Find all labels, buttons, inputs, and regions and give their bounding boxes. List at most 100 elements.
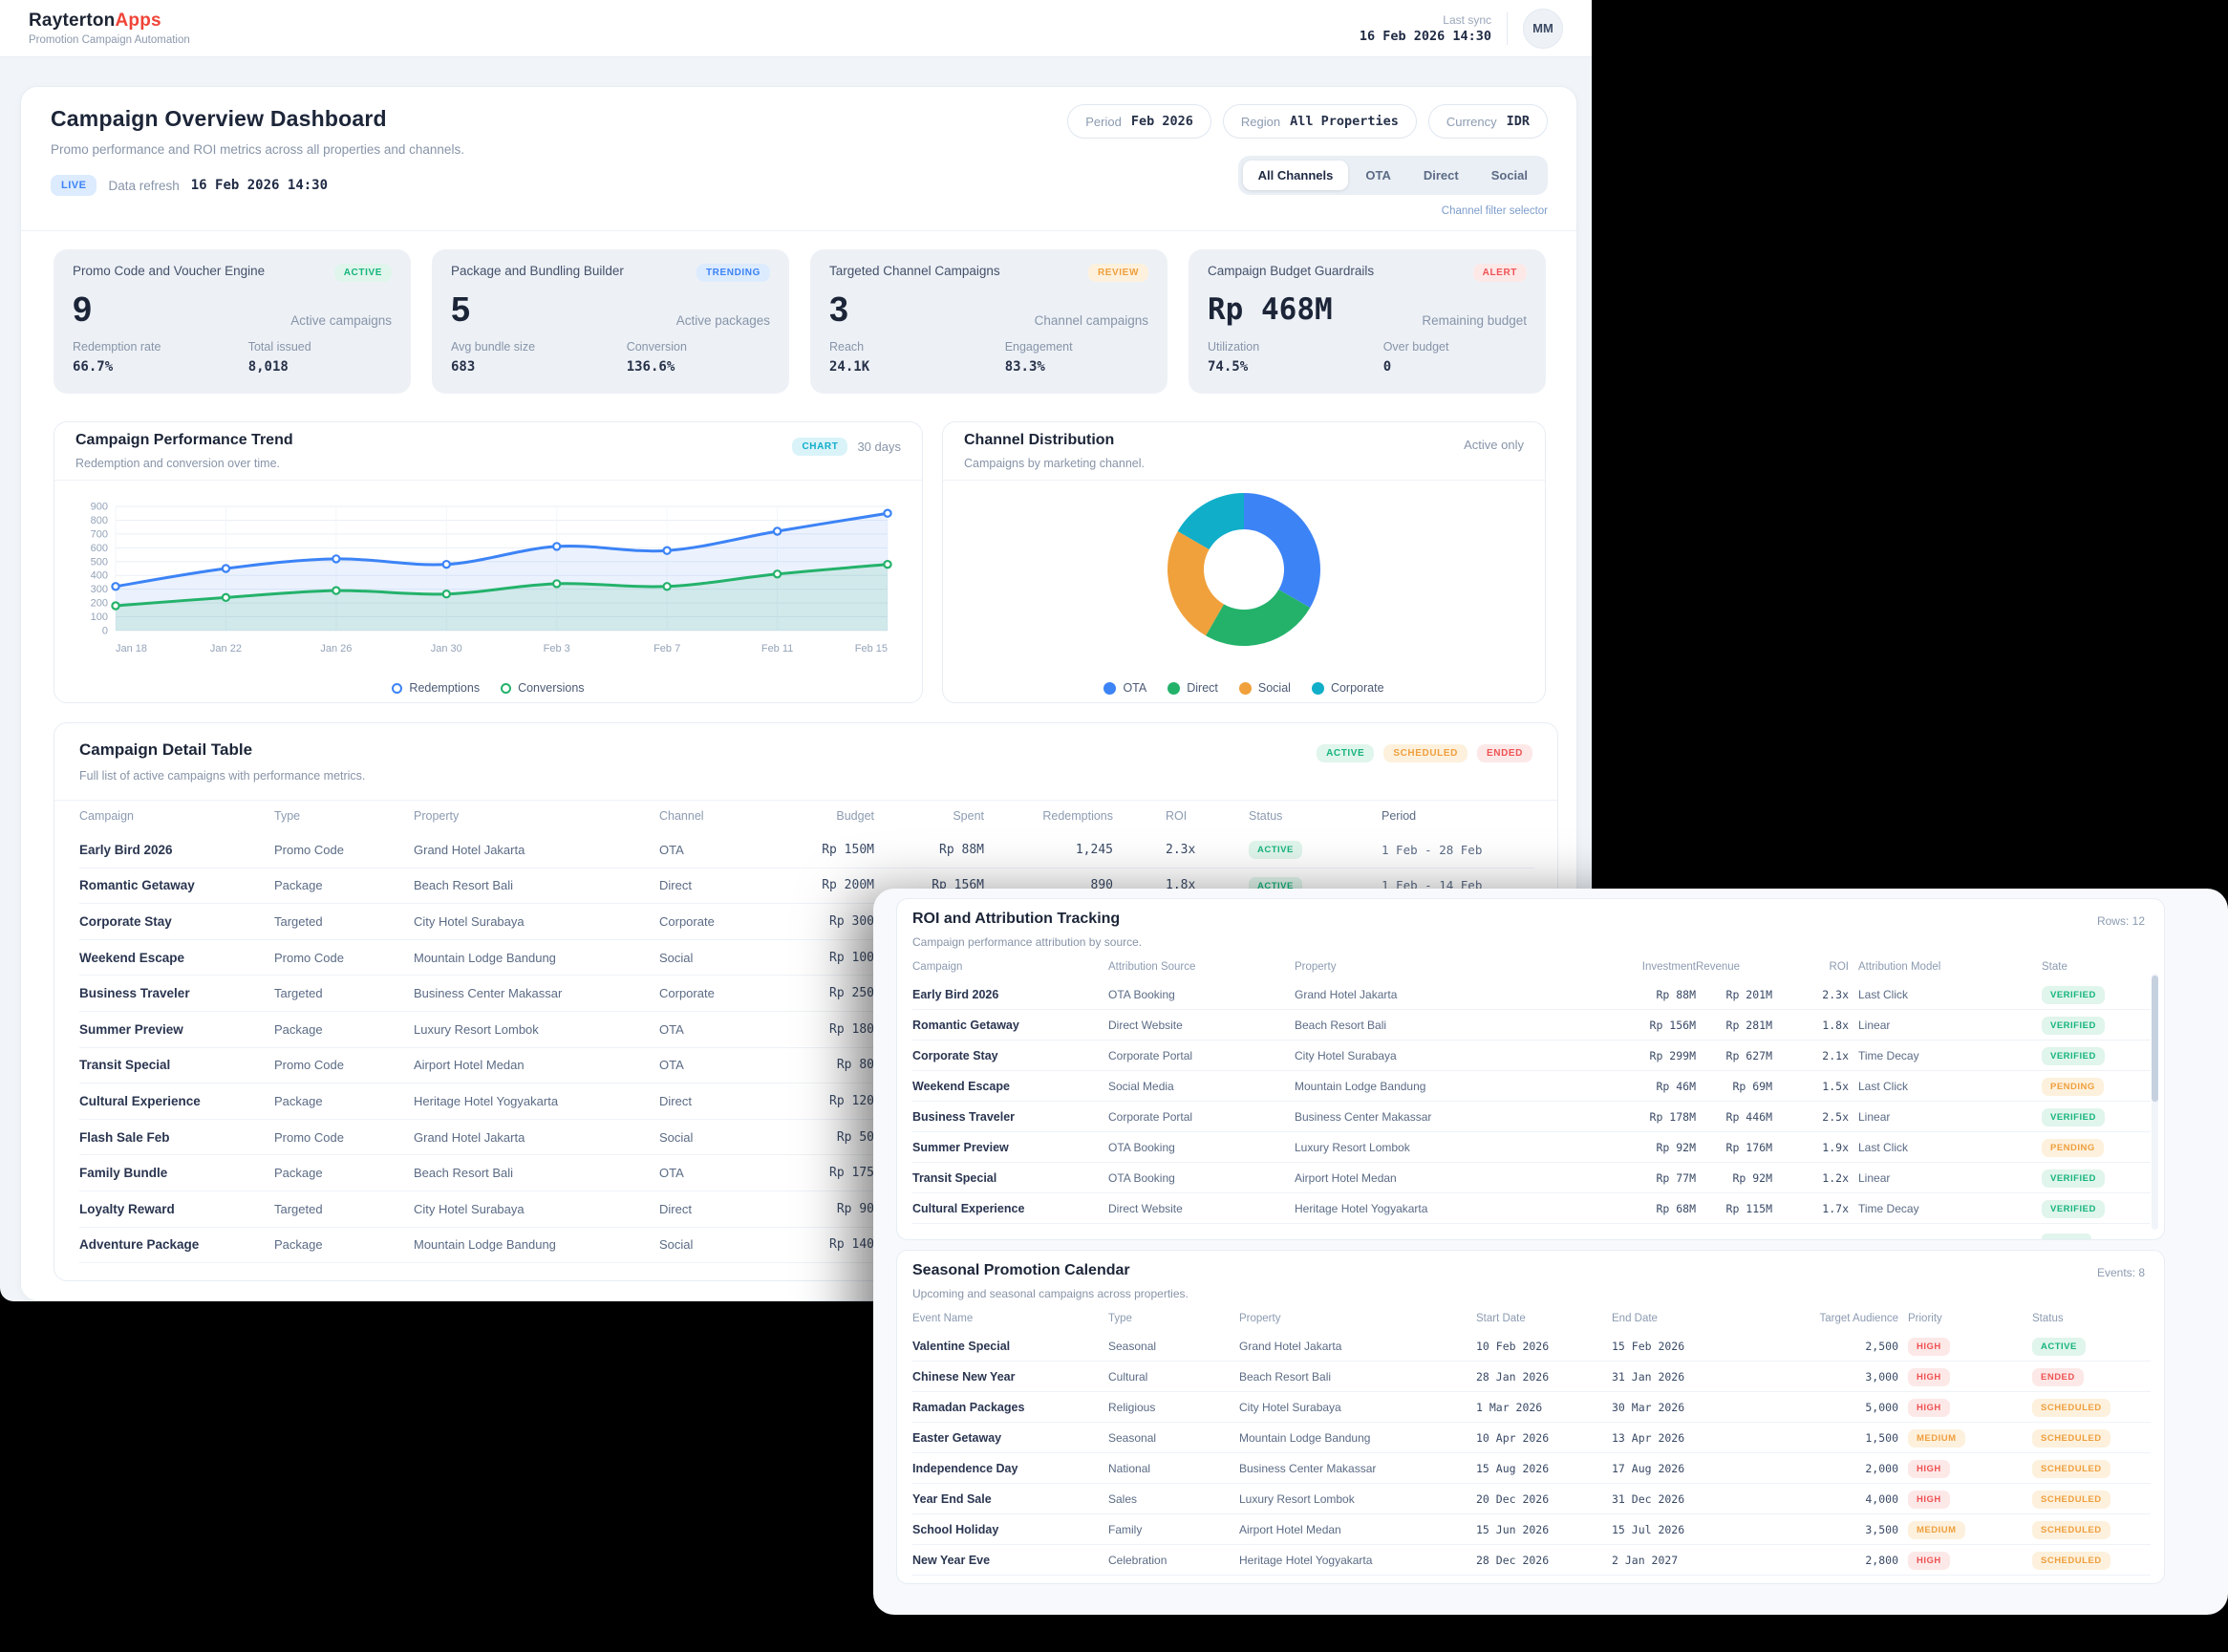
rows-count: Rows: 12	[2097, 914, 2145, 928]
cell-channel: Corporate	[659, 986, 783, 1000]
cell-priority: HIGH	[1898, 1551, 1984, 1570]
kpi-metric: Reach24.1K	[829, 340, 1005, 375]
legend-item-corporate[interactable]: Corporate	[1312, 681, 1384, 695]
cell-campaign: Romantic Getaway	[912, 1019, 1108, 1032]
state-badge: VERIFIED	[2042, 1047, 2105, 1065]
kpi-metric: Over budget0	[1383, 340, 1527, 375]
period-filter[interactable]: Period Feb 2026	[1067, 104, 1211, 139]
priority-badge: MEDIUM	[1908, 1429, 1965, 1448]
cell-source: Corporate Portal	[1108, 1110, 1295, 1124]
table-row[interactable]: Cultural ExperienceDirect WebsiteHeritag…	[912, 1193, 2151, 1224]
cell-investment: Rp 46M	[1600, 1080, 1696, 1093]
cell-campaign: Cultural Experience	[912, 1202, 1108, 1215]
table-row[interactable]: Ramadan PackagesReligiousCity Hotel Sura…	[912, 1392, 2151, 1423]
cell-roi: 1.9x	[1772, 1141, 1849, 1154]
cell-property: Mountain Lodge Bandung	[414, 951, 659, 965]
metric-value: 683	[451, 359, 627, 375]
legend-item-ota[interactable]: OTA	[1103, 681, 1146, 695]
table-row[interactable]: New Year EveCelebrationHeritage Hotel Yo…	[912, 1545, 2151, 1576]
table-row[interactable]: Independence DayNationalBusiness Center …	[912, 1453, 2151, 1484]
tab-all-channels[interactable]: All Channels	[1243, 161, 1349, 190]
legend-item-direct[interactable]: Direct	[1168, 681, 1218, 695]
metric-value: 24.1K	[829, 359, 1005, 375]
live-badge: LIVE	[51, 175, 96, 196]
cell-state: VERIFIED	[2030, 1107, 2151, 1126]
avatar[interactable]: MM	[1523, 9, 1563, 49]
kpi-value: Rp 468M	[1208, 291, 1333, 328]
cell-budget: Rp 175	[783, 1166, 874, 1180]
legend-item-social[interactable]: Social	[1239, 681, 1291, 695]
tab-direct[interactable]: Direct	[1408, 161, 1474, 190]
kpi-card-2: Package and Bundling BuilderTRENDING5Act…	[432, 249, 789, 394]
cell-campaign: Business Traveler	[79, 986, 274, 1000]
column-header: Campaign	[79, 809, 274, 823]
legend-marker	[1168, 682, 1180, 695]
table-row[interactable]: Transit SpecialOTA BookingAirport Hotel …	[912, 1163, 2151, 1193]
table-row[interactable]: Valentine SpecialSeasonalGrand Hotel Jak…	[912, 1331, 2151, 1362]
cell-priority: HIGH	[1898, 1367, 1984, 1386]
roi-subtitle: Campaign performance attribution by sour…	[912, 935, 1142, 949]
calendar-subtitle: Upcoming and seasonal campaigns across p…	[912, 1287, 1189, 1300]
table-row[interactable]: Early Bird 2026Promo CodeGrand Hotel Jak…	[79, 832, 1534, 869]
priority-badge: HIGH	[1908, 1338, 1950, 1356]
screen: RaytertonApps Promotion Campaign Automat…	[0, 0, 2228, 1652]
cell-type: Package	[274, 1166, 414, 1180]
svg-text:900: 900	[91, 502, 108, 513]
table-row[interactable]	[912, 1224, 2151, 1240]
table-row[interactable]: Early Bird 2026OTA BookingGrand Hotel Ja…	[912, 979, 2151, 1010]
page-title: Campaign Overview Dashboard	[51, 106, 387, 132]
cell-revenue: Rp 69M	[1696, 1080, 1772, 1093]
cell-budget: Rp 80	[783, 1058, 874, 1072]
cell-event: Year End Sale	[912, 1492, 1108, 1506]
legend-item-conversions[interactable]: Conversions	[501, 681, 584, 695]
chart-range-label: 30 days	[857, 440, 901, 454]
cell-event: Chinese New Year	[912, 1370, 1108, 1384]
cell-event: School Holiday	[912, 1523, 1108, 1536]
svg-text:500: 500	[91, 556, 108, 568]
cell-source: Direct Website	[1108, 1019, 1295, 1032]
cell-budget: Rp 100	[783, 951, 874, 965]
cell-source: OTA Booking	[1108, 1171, 1295, 1185]
region-filter[interactable]: Region All Properties	[1223, 104, 1417, 139]
table-row[interactable]: Year End SaleSalesLuxury Resort Lombok20…	[912, 1484, 2151, 1514]
cell-investment: Rp 156M	[1600, 1019, 1696, 1032]
last-sync-label: Last sync	[1360, 13, 1491, 27]
table-row[interactable]: Summer PreviewOTA BookingLuxury Resort L…	[912, 1132, 2151, 1163]
column-header: Property	[1295, 961, 1600, 973]
cell-campaign: Corporate Stay	[912, 1049, 1108, 1062]
kpi-caption: Active packages	[676, 313, 770, 328]
column-header: Period	[1348, 809, 1534, 823]
table-row[interactable]: School HolidayFamilyAirport Hotel Medan1…	[912, 1514, 2151, 1545]
cell-source: OTA Booking	[1108, 988, 1295, 1001]
tab-ota[interactable]: OTA	[1350, 161, 1405, 190]
scrollbar-thumb[interactable]	[2152, 976, 2158, 1102]
legend-label: Social	[1258, 681, 1291, 695]
cell-event: Independence Day	[912, 1462, 1108, 1475]
status-badge: SCHEDULED	[2032, 1521, 2110, 1539]
legend-item-redemptions[interactable]: Redemptions	[392, 681, 480, 695]
table-row[interactable]: Weekend EscapeSocial MediaMountain Lodge…	[912, 1071, 2151, 1102]
currency-filter[interactable]: Currency IDR	[1428, 104, 1548, 139]
table-row[interactable]: Romantic GetawayDirect WebsiteBeach Reso…	[912, 1010, 2151, 1041]
state-badge: VERIFIED	[2042, 1017, 2105, 1035]
table-row[interactable]: Easter GetawaySeasonalMountain Lodge Ban…	[912, 1423, 2151, 1453]
cell-property: Luxury Resort Lombok	[1239, 1492, 1476, 1506]
cell-revenue: Rp 92M	[1696, 1171, 1772, 1185]
donut-slice-ota	[1244, 493, 1320, 608]
cell-type: Celebration	[1108, 1554, 1239, 1567]
brand-block: RaytertonApps Promotion Campaign Automat…	[29, 11, 190, 46]
cell-property: Luxury Resort Lombok	[414, 1022, 659, 1037]
cell-budget: Rp 90	[783, 1202, 874, 1216]
cell-campaign: Romantic Getaway	[79, 878, 274, 892]
state-badge: PENDING	[2042, 1139, 2104, 1157]
status-badge: TRENDING	[696, 264, 770, 282]
tab-social[interactable]: Social	[1476, 161, 1543, 190]
svg-text:Jan 30: Jan 30	[431, 643, 462, 654]
legend-label: Redemptions	[409, 681, 480, 695]
table-row[interactable]: Corporate StayCorporate PortalCity Hotel…	[912, 1041, 2151, 1071]
column-header: Priority	[1898, 1313, 1984, 1324]
kpi-card-3: Targeted Channel CampaignsREVIEW3Channel…	[810, 249, 1168, 394]
status-legend: ACTIVESCHEDULEDENDED	[1317, 744, 1532, 762]
table-row[interactable]: Chinese New YearCulturalBeach Resort Bal…	[912, 1362, 2151, 1392]
table-row[interactable]: Business TravelerCorporate PortalBusines…	[912, 1102, 2151, 1132]
